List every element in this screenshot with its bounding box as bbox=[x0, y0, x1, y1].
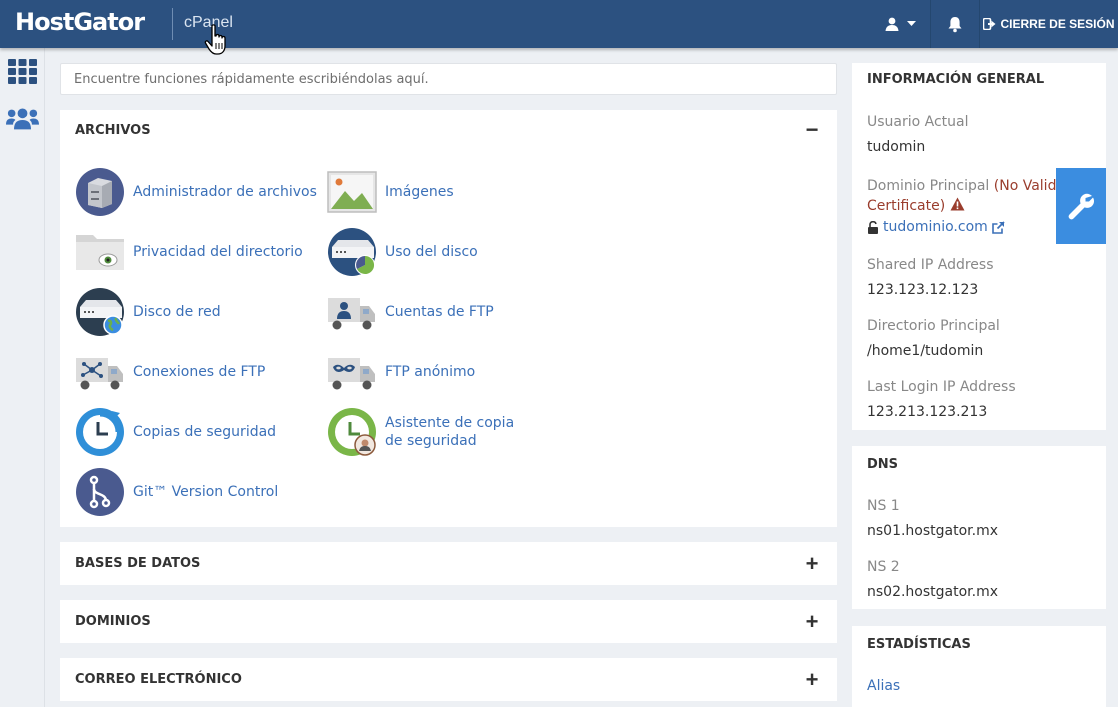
panel-title: INFORMACIÓN GENERAL bbox=[867, 72, 1045, 87]
tool-ftp-connections[interactable]: Conexiones de FTP bbox=[75, 347, 265, 397]
expand-toggle[interactable]: + bbox=[802, 610, 822, 632]
tool-directory-privacy[interactable]: Privacidad del directorio bbox=[75, 227, 303, 277]
primary-domain-block: Dominio Principal (No Valid Certificate) bbox=[867, 176, 1057, 216]
tool-label: Git™ Version Control bbox=[133, 484, 279, 500]
tool-web-disk[interactable]: Disco de red bbox=[75, 287, 221, 337]
last-login-label: Last Login IP Address bbox=[867, 379, 1016, 395]
left-rail bbox=[0, 48, 45, 707]
hand-pointer-icon bbox=[204, 24, 226, 55]
anonymous-ftp-icon bbox=[328, 358, 375, 390]
search-input[interactable] bbox=[60, 63, 837, 95]
tool-anonymous-ftp[interactable]: FTP anónimo bbox=[327, 347, 475, 397]
tool-file-manager[interactable]: Administrador de archivos bbox=[75, 167, 317, 217]
files-panel-header[interactable]: ARCHIVOS − bbox=[75, 110, 822, 150]
databases-panel[interactable]: BASES DE DATOS + bbox=[60, 542, 837, 585]
sign-out-icon bbox=[983, 18, 996, 30]
tool-ftp-accounts[interactable]: Cuentas de FTP bbox=[327, 287, 494, 337]
panel-title: DOMINIOS bbox=[75, 614, 151, 629]
stats-alias-link[interactable]: Alias bbox=[867, 678, 900, 694]
logout-button[interactable]: CIERRE DE SESIÓN bbox=[980, 0, 1118, 48]
email-panel-header[interactable]: CORREO ELECTRÓNICO + bbox=[75, 658, 822, 701]
hostgator-logo[interactable]: HostGator bbox=[15, 8, 145, 36]
current-user-label: Usuario Actual bbox=[867, 114, 969, 130]
shared-ip-value: 123.123.12.123 bbox=[867, 282, 979, 298]
email-panel[interactable]: CORREO ELECTRÓNICO + bbox=[60, 658, 837, 701]
panel-title: CORREO ELECTRÓNICO bbox=[75, 672, 242, 687]
grid-icon bbox=[8, 58, 37, 84]
notifications-button[interactable] bbox=[931, 0, 979, 48]
tool-label: Copias de seguridad bbox=[133, 424, 277, 440]
tool-label: Imágenes bbox=[385, 184, 454, 200]
domains-panel-header[interactable]: DOMINIOS + bbox=[75, 600, 822, 643]
stats-panel: ESTADÍSTICAS Alias bbox=[852, 626, 1106, 707]
ftp-accounts-icon bbox=[328, 298, 375, 330]
ns2-label: NS 2 bbox=[867, 559, 900, 575]
bell-icon bbox=[948, 16, 962, 32]
rail-item-home[interactable] bbox=[6, 56, 39, 86]
user-menu-button[interactable] bbox=[870, 0, 930, 48]
home-directory-value: /home1/tudomin bbox=[867, 343, 984, 359]
warning-icon[interactable] bbox=[950, 197, 965, 211]
home-directory-label: Directorio Principal bbox=[867, 318, 1000, 334]
disk-usage-icon bbox=[328, 228, 376, 276]
file-manager-icon bbox=[76, 168, 124, 216]
git-icon bbox=[76, 468, 124, 516]
domain-link[interactable]: tudominio.com bbox=[883, 219, 988, 235]
shared-ip-label: Shared IP Address bbox=[867, 257, 994, 273]
logo-divider bbox=[172, 8, 173, 40]
last-login-value: 123.213.123.213 bbox=[867, 404, 988, 420]
tool-label: Conexiones de FTP bbox=[133, 364, 266, 380]
ftp-connections-icon bbox=[76, 358, 123, 390]
databases-panel-header[interactable]: BASES DE DATOS + bbox=[75, 542, 822, 585]
panel-title: ESTADÍSTICAS bbox=[867, 637, 971, 652]
ns1-value: ns01.hostgator.mx bbox=[867, 523, 999, 539]
wrench-icon bbox=[1068, 193, 1095, 220]
tool-label: Privacidad del directorio bbox=[133, 244, 303, 260]
files-panel: ARCHIVOS − Administrador de archivos Imá… bbox=[60, 110, 837, 527]
ns2-value: ns02.hostgator.mx bbox=[867, 584, 999, 600]
tools-tab-button[interactable] bbox=[1056, 168, 1106, 244]
tool-backup-wizard[interactable]: Asistente de copia de seguridad bbox=[327, 407, 535, 457]
web-disk-icon bbox=[76, 288, 124, 336]
rail-item-users[interactable] bbox=[6, 104, 39, 134]
tool-label: Cuentas de FTP bbox=[385, 304, 494, 320]
top-bar: HostGator cPanel CIERRE DE SESIÓN bbox=[0, 0, 1118, 55]
panel-title: ARCHIVOS bbox=[75, 122, 151, 138]
users-icon bbox=[6, 108, 39, 130]
caret-down-icon bbox=[906, 21, 916, 26]
tool-git-version-control[interactable]: Git™ Version Control bbox=[75, 467, 278, 517]
tool-disk-usage[interactable]: Uso del disco bbox=[327, 227, 478, 277]
panel-title: DNS bbox=[867, 457, 899, 472]
tool-label: Uso del disco bbox=[385, 244, 478, 260]
panel-title: BASES DE DATOS bbox=[75, 556, 201, 571]
tool-label: Asistente de copia de seguridad bbox=[385, 415, 515, 449]
images-icon bbox=[327, 171, 377, 213]
primary-domain-label: Dominio Principal bbox=[867, 178, 990, 194]
backup-wizard-icon bbox=[328, 408, 376, 456]
expand-toggle[interactable]: + bbox=[802, 552, 822, 574]
general-info-panel: INFORMACIÓN GENERAL Usuario Actual tudom… bbox=[852, 63, 1106, 430]
user-icon bbox=[885, 17, 898, 31]
external-link-icon[interactable] bbox=[991, 220, 1005, 234]
tool-label: Administrador de archivos bbox=[133, 184, 317, 200]
tool-label: Disco de red bbox=[133, 304, 221, 320]
logout-label: CIERRE DE SESIÓN bbox=[1000, 17, 1115, 31]
expand-toggle[interactable]: + bbox=[802, 668, 822, 690]
tool-images[interactable]: Imágenes bbox=[327, 167, 454, 217]
tool-backup[interactable]: Copias de seguridad bbox=[75, 407, 276, 457]
dns-panel: DNS NS 1 ns01.hostgator.mx NS 2 ns02.hos… bbox=[852, 446, 1106, 609]
domain-link-row: tudominio.com bbox=[867, 219, 1005, 235]
domains-panel[interactable]: DOMINIOS + bbox=[60, 600, 837, 643]
directory-privacy-icon bbox=[76, 235, 124, 270]
unlock-icon bbox=[868, 220, 878, 234]
collapse-toggle[interactable]: − bbox=[802, 119, 822, 141]
current-user-value: tudomin bbox=[867, 139, 926, 155]
ns1-label: NS 1 bbox=[867, 498, 900, 514]
backup-icon bbox=[76, 408, 124, 456]
tool-label: FTP anónimo bbox=[385, 364, 476, 380]
